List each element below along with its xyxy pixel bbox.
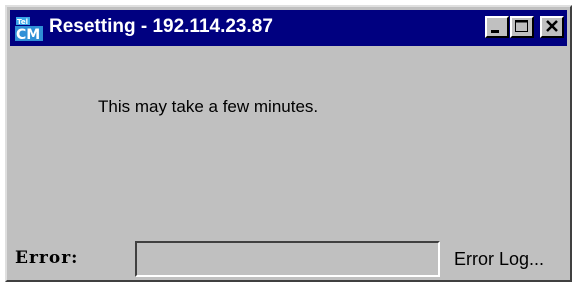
maximize-button[interactable] [510,16,534,38]
icon-text: CM [16,27,40,42]
cm-app-icon: Tel CM [14,16,44,42]
minimize-icon [491,30,499,33]
reset-dialog: Tel CM Resetting - 192.114.23.87 This ma… [5,5,572,282]
minimize-button[interactable] [485,16,509,38]
icon-small-text: Tel [17,18,28,26]
maximize-icon [515,20,528,32]
close-button[interactable] [540,16,564,38]
status-message: This may take a few minutes. [98,97,319,116]
title-bar[interactable]: Tel CM Resetting - 192.114.23.87 [10,10,567,46]
window-title: Resetting - 192.114.23.87 [49,16,273,37]
error-field [135,241,440,277]
error-label: Error: [15,248,79,268]
close-icon [546,20,558,32]
error-log-link[interactable]: Error Log... [454,249,544,270]
